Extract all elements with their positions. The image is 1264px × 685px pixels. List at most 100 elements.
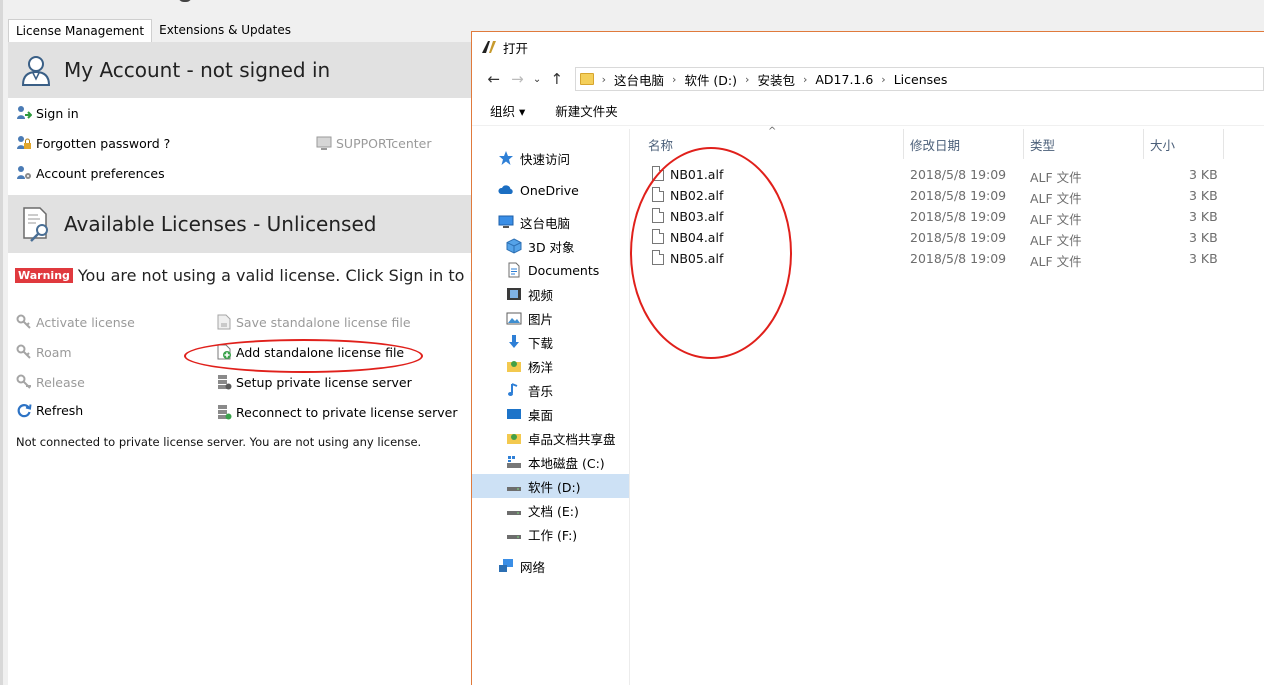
nav-item-quick-access[interactable]: 快速访问 xyxy=(472,146,629,170)
column-header-name[interactable]: ^ 名称 xyxy=(630,126,904,159)
refresh-action[interactable]: Refresh xyxy=(16,402,83,418)
drive-icon xyxy=(507,487,521,491)
picture-icon xyxy=(506,312,522,325)
nav-label: 网络 xyxy=(520,559,546,575)
nav-item-videos[interactable]: 视频 xyxy=(472,282,629,306)
breadcrumb-item[interactable]: Licenses xyxy=(894,72,948,87)
reconnect-private-server-label: Reconnect to private license server xyxy=(236,404,458,420)
file-size: 3 KB xyxy=(1189,167,1218,182)
nav-item-drive-c[interactable]: 本地磁盘 (C:) xyxy=(472,450,629,474)
release-label: Release xyxy=(36,374,85,390)
forward-arrow-icon[interactable]: → xyxy=(506,70,530,88)
nav-label: 下载 xyxy=(528,335,554,351)
desktop-icon xyxy=(507,409,521,419)
activate-license-action[interactable]: Activate license xyxy=(16,314,135,330)
up-arrow-icon[interactable]: ↑ xyxy=(545,70,569,88)
file-date: 2018/5/8 19:09 xyxy=(910,188,1007,203)
breadcrumb-item[interactable]: AD17.1.6 xyxy=(815,72,873,87)
add-standalone-action[interactable]: Add standalone license file xyxy=(216,344,404,360)
chevron-right-icon[interactable]: › xyxy=(672,73,676,86)
chevron-right-icon[interactable]: › xyxy=(745,73,749,86)
nav-item-documents[interactable]: Documents xyxy=(472,258,629,282)
sort-ascending-icon: ^ xyxy=(768,126,777,137)
nav-label: 这台电脑 xyxy=(520,215,571,231)
file-type: ALF 文件 xyxy=(1030,233,1082,248)
sign-in-action[interactable]: Sign in xyxy=(16,105,79,121)
nav-item-onedrive[interactable]: OneDrive xyxy=(472,178,629,202)
roam-action[interactable]: Roam xyxy=(16,344,72,360)
account-preferences-action[interactable]: Account preferences xyxy=(16,165,165,181)
breadcrumb-item[interactable]: 软件 (D:) xyxy=(684,70,737,89)
file-icon xyxy=(652,250,664,265)
save-standalone-label: Save standalone license file xyxy=(236,314,411,330)
tab-license-management[interactable]: License Management xyxy=(8,19,153,43)
tab-extensions-updates[interactable]: Extensions & Updates xyxy=(152,19,298,43)
activate-license-label: Activate license xyxy=(36,314,135,330)
nav-item-music[interactable]: 音乐 xyxy=(472,378,629,402)
nav-item-drive-d[interactable]: 软件 (D:) xyxy=(472,474,629,498)
file-row[interactable]: NB01.alf 2018/5/8 19:09 ALF 文件 3 KB xyxy=(630,164,1264,185)
release-action[interactable]: Release xyxy=(16,374,85,390)
drive-icon xyxy=(507,535,521,539)
nav-label: OneDrive xyxy=(520,182,579,198)
save-standalone-action[interactable]: Save standalone license file xyxy=(216,314,411,330)
setup-private-server-label: Setup private license server xyxy=(236,374,412,390)
system-drive-icon xyxy=(507,456,521,468)
breadcrumb-item[interactable]: 安装包 xyxy=(757,70,795,89)
organize-button[interactable]: 组织 ▾ xyxy=(490,101,525,120)
setup-private-server-action[interactable]: Setup private license server xyxy=(216,374,412,390)
file-row[interactable]: NB05.alf 2018/5/8 19:09 ALF 文件 3 KB xyxy=(630,248,1264,269)
add-standalone-label: Add standalone license file xyxy=(236,344,405,360)
file-size: 3 KB xyxy=(1189,209,1218,224)
document-icon xyxy=(508,262,520,278)
file-icon xyxy=(652,187,664,202)
nav-item-drive-f[interactable]: 工作 (F:) xyxy=(472,522,629,546)
warning-text: You are not using a valid license. Click… xyxy=(77,266,503,285)
file-row[interactable]: NB02.alf 2018/5/8 19:09 ALF 文件 3 KB xyxy=(630,185,1264,206)
nav-item-user-folder[interactable]: 杨洋 xyxy=(472,354,629,378)
file-row[interactable]: NB04.alf 2018/5/8 19:09 ALF 文件 3 KB xyxy=(630,227,1264,248)
nav-item-shared-drive[interactable]: 卓品文档共享盘 xyxy=(472,426,629,450)
address-bar[interactable]: › 这台电脑 › 软件 (D:) › 安装包 › AD17.1.6 › Lice… xyxy=(574,67,1264,91)
breadcrumb-item[interactable]: 这台电脑 xyxy=(614,70,664,89)
file-name: NB03.alf xyxy=(670,209,724,224)
user-folder-icon xyxy=(507,361,521,372)
nav-item-this-pc[interactable]: 这台电脑 xyxy=(472,210,629,234)
nav-label: 桌面 xyxy=(528,407,554,423)
chevron-right-icon[interactable]: › xyxy=(803,73,807,86)
file-date: 2018/5/8 19:09 xyxy=(910,230,1007,245)
nav-item-drive-e[interactable]: 文档 (E:) xyxy=(472,498,629,522)
nav-item-network[interactable]: 网络 xyxy=(472,554,629,578)
recent-locations-chevron-icon[interactable]: ⌄ xyxy=(529,74,545,85)
key-release-icon xyxy=(16,374,31,389)
file-row[interactable]: NB03.alf 2018/5/8 19:09 ALF 文件 3 KB xyxy=(630,206,1264,227)
column-header-type[interactable]: 类型 xyxy=(1024,129,1144,159)
chevron-right-icon[interactable]: › xyxy=(881,73,885,86)
nav-item-desktop[interactable]: 桌面 xyxy=(472,402,629,426)
server-connect-icon xyxy=(218,405,232,420)
refresh-label: Refresh xyxy=(36,402,84,418)
lock-user-icon xyxy=(17,136,31,149)
column-header-size[interactable]: 大小 xyxy=(1144,129,1224,159)
sign-in-label: Sign in xyxy=(36,105,79,121)
forgotten-password-action[interactable]: Forgotten password ? xyxy=(16,135,170,151)
nav-item-downloads[interactable]: 下载 xyxy=(472,330,629,354)
nav-item-pictures[interactable]: 图片 xyxy=(472,306,629,330)
key-icon xyxy=(16,314,31,329)
add-file-icon xyxy=(217,344,231,360)
nav-item-3d-objects[interactable]: 3D 对象 xyxy=(472,234,629,258)
license-manager-window: License Management Extensions & Updates … xyxy=(0,0,503,685)
column-header-date[interactable]: 修改日期 xyxy=(904,129,1024,159)
chevron-right-icon[interactable]: › xyxy=(602,73,606,86)
new-folder-button[interactable]: 新建文件夹 xyxy=(555,101,618,120)
file-name: NB05.alf xyxy=(670,251,724,266)
back-arrow-icon[interactable]: ← xyxy=(482,70,506,88)
network-icon xyxy=(499,559,513,572)
nav-label: 工作 (F:) xyxy=(528,527,578,543)
license-certificate-icon xyxy=(23,207,48,242)
support-center-action[interactable]: SUPPORTcenter xyxy=(316,135,432,151)
dialog-title-bar: 打开 xyxy=(472,32,1264,62)
tab-bar: License Management Extensions & Updates xyxy=(8,19,298,43)
license-management-panel: My Account - not signed in Sign in Forgo… xyxy=(8,42,503,685)
reconnect-private-server-action[interactable]: Reconnect to private license server xyxy=(216,404,457,420)
